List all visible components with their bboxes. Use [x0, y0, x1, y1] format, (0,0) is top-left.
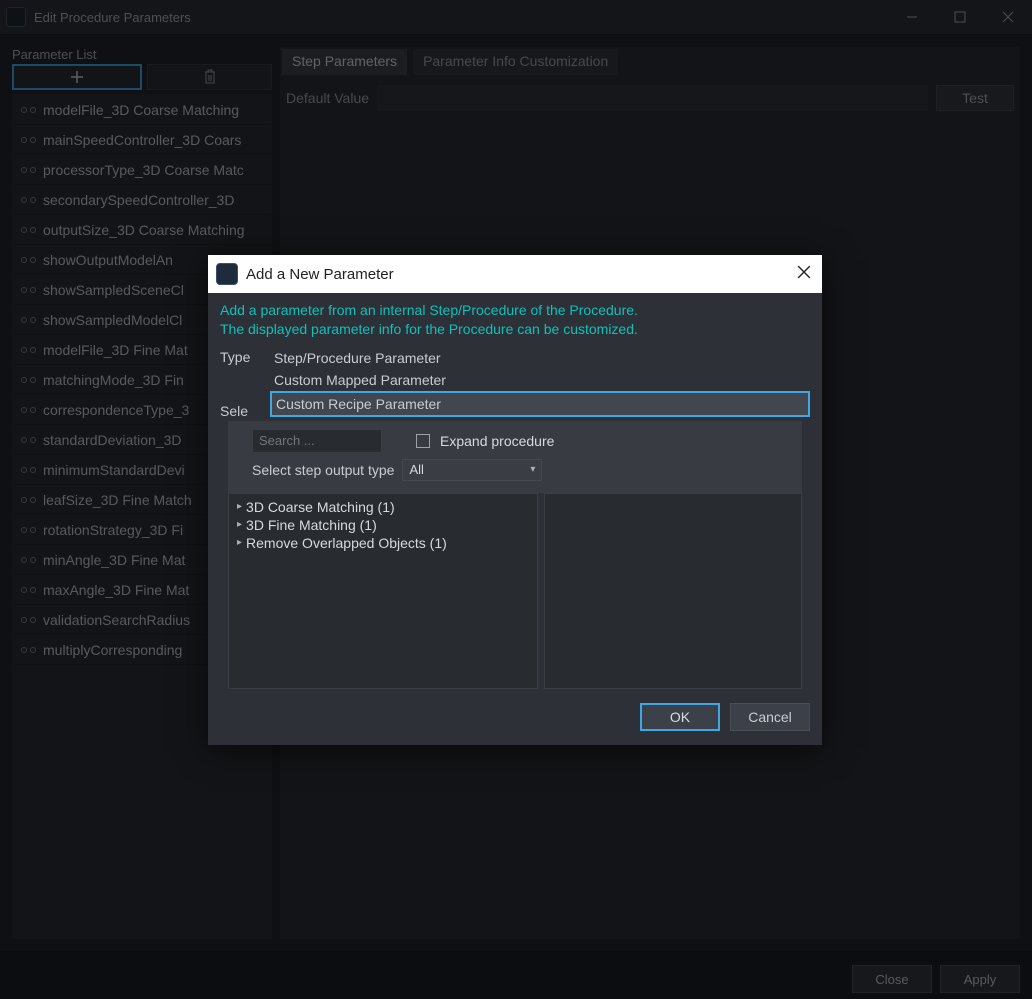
expand-procedure-label: Expand procedure	[440, 433, 554, 449]
type-options: Step/Procedure Parameter Custom Mapped P…	[270, 347, 810, 417]
search-input[interactable]	[252, 429, 382, 453]
dialog-title: Add a New Parameter	[246, 266, 794, 283]
tree-item[interactable]: 3D Fine Matching (1)	[233, 516, 533, 534]
tree-item[interactable]: Remove Overlapped Objects (1)	[233, 534, 533, 552]
type-option-custom-recipe[interactable]: Custom Recipe Parameter	[270, 391, 810, 417]
dialog-description: Add a parameter from an internal Step/Pr…	[208, 293, 822, 343]
dialog-app-icon	[216, 263, 238, 285]
dialog-close-button[interactable]	[794, 265, 814, 284]
expand-procedure-checkbox[interactable]	[416, 434, 430, 448]
type-option-custom-mapped[interactable]: Custom Mapped Parameter	[270, 369, 810, 391]
type-option-step-procedure[interactable]: Step/Procedure Parameter	[270, 347, 810, 369]
select-label-truncated: Sele	[220, 403, 270, 419]
dialog-titlebar: Add a New Parameter	[208, 255, 822, 293]
cancel-button[interactable]: Cancel	[730, 703, 810, 731]
ok-button[interactable]: OK	[640, 703, 720, 731]
step-tree[interactable]: 3D Coarse Matching (1) 3D Fine Matching …	[228, 493, 538, 689]
output-type-dropdown[interactable]: All	[402, 459, 542, 481]
step-detail-panel	[544, 493, 802, 689]
add-parameter-dialog: Add a New Parameter Add a parameter from…	[208, 255, 822, 745]
type-section: Type Step/Procedure Parameter Custom Map…	[208, 343, 822, 421]
close-icon	[797, 265, 811, 279]
output-type-label: Select step output type	[252, 462, 394, 478]
tree-item[interactable]: 3D Coarse Matching (1)	[233, 498, 533, 516]
